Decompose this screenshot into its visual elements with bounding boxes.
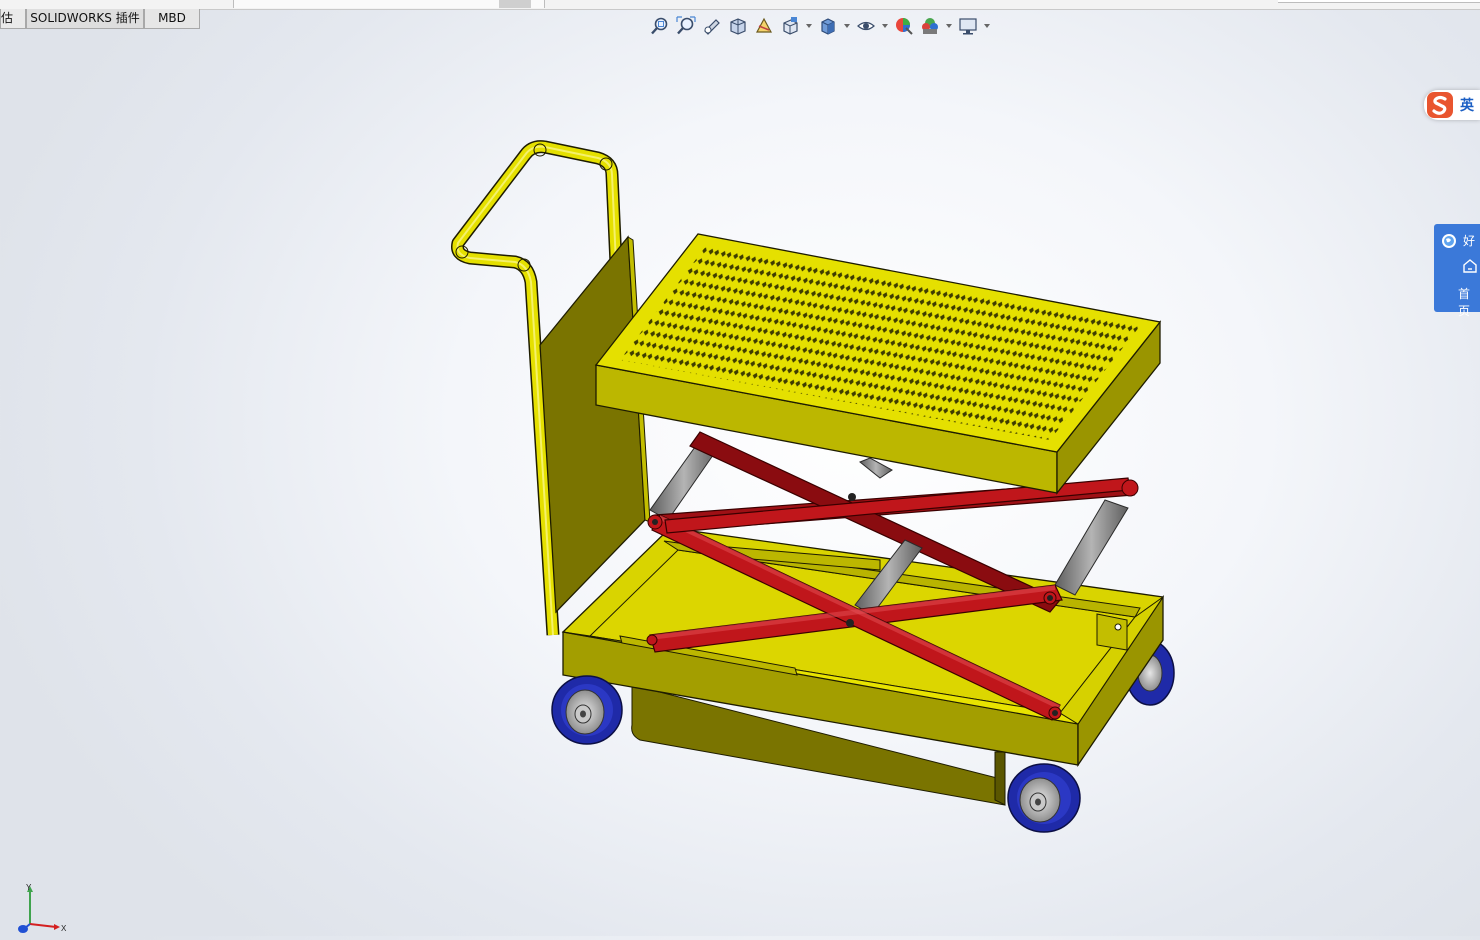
side-panel-home-label[interactable]: 首页 (1458, 285, 1480, 319)
reference-triad: Y X (14, 882, 74, 936)
home-icon[interactable] (1462, 258, 1478, 274)
wheel-front-right (1007, 763, 1081, 833)
side-panel-title: 好 (1463, 234, 1476, 248)
tab-mbd[interactable]: MBD (144, 9, 200, 29)
tab-evaluate[interactable]: 估 (0, 9, 26, 29)
graphics-area[interactable] (0, 30, 1480, 936)
triad-x-label: X (61, 924, 67, 933)
lift-platform (594, 233, 1162, 495)
wheel-front-left (551, 675, 623, 745)
ime-language-label[interactable]: 英 (1460, 95, 1474, 115)
title-bar (0, 0, 1480, 10)
triad-y-label: Y (26, 883, 32, 892)
ime-toolbar[interactable]: 英 (1424, 90, 1480, 120)
lift-cart-model[interactable] (0, 30, 1480, 936)
globe-icon (1442, 233, 1456, 248)
user-area[interactable] (1278, 0, 1480, 3)
command-manager-tabs: 估 SOLIDWORKS 插件 MBD (0, 9, 200, 29)
tab-solidworks-addins[interactable]: SOLIDWORKS 插件 (26, 9, 144, 29)
search-button[interactable] (499, 0, 531, 8)
sogou-logo-icon (1427, 92, 1453, 118)
side-floating-panel[interactable]: 好 首页 (1434, 224, 1480, 318)
